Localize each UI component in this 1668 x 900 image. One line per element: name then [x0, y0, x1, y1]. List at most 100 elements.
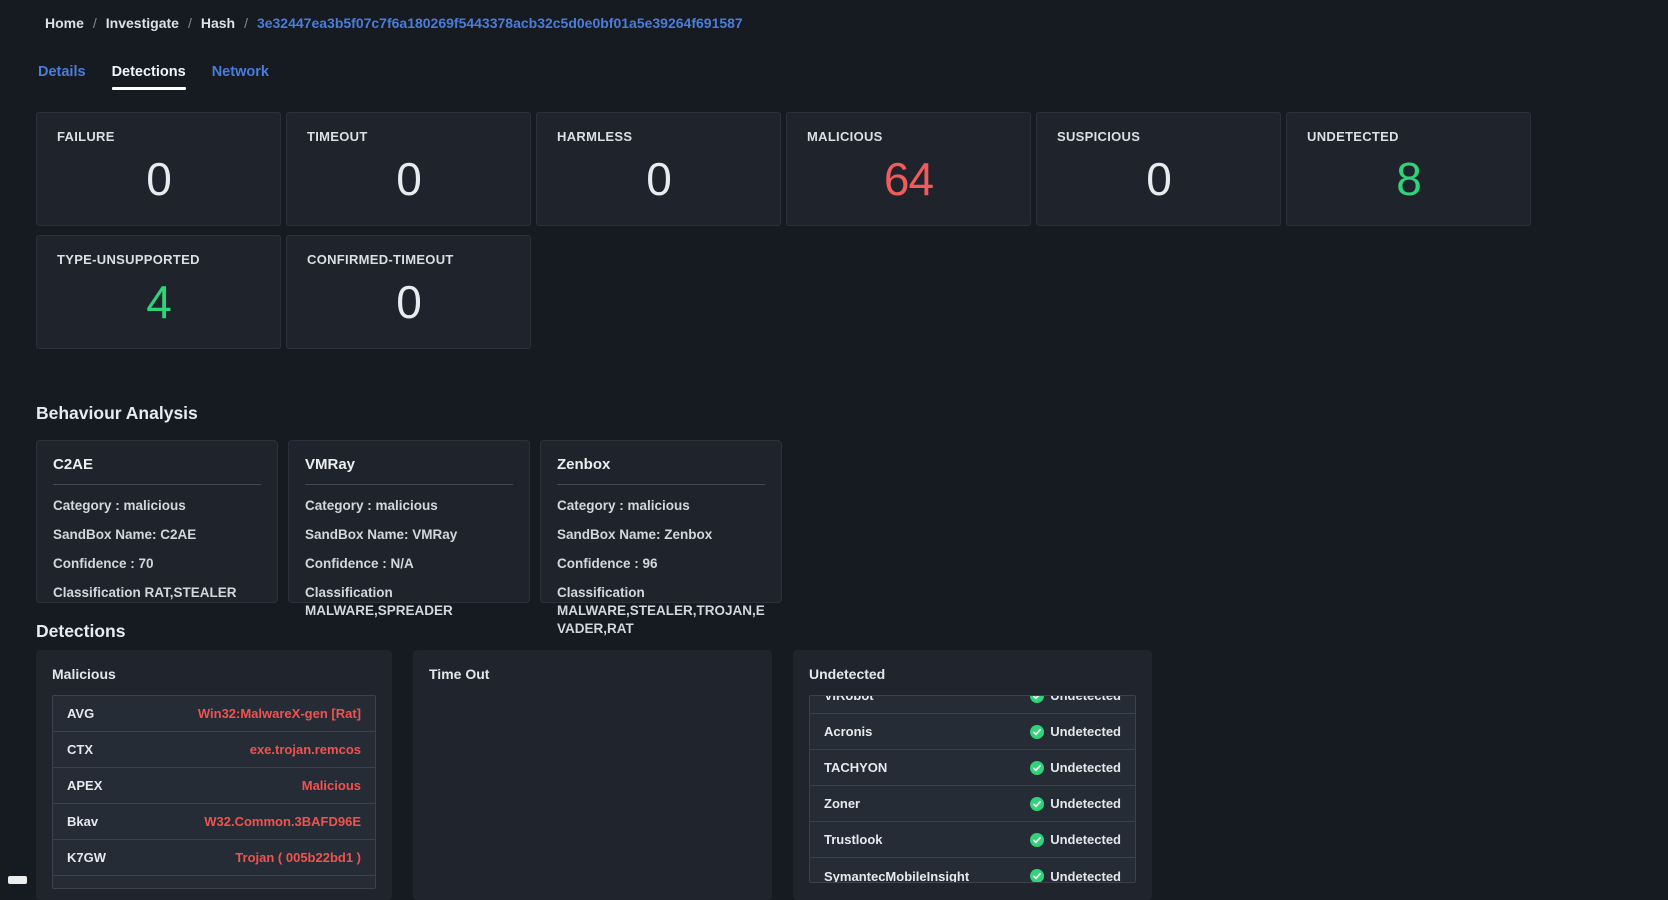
detection-result: Malicious: [302, 778, 361, 793]
detection-result: Win32:MalwareX-gen [Rat]: [198, 706, 361, 721]
detection-result: Undetected: [1050, 760, 1121, 775]
detection-result: W32.Common.3BAFD96E: [204, 814, 361, 829]
engine-name: TACHYON: [824, 760, 887, 775]
breadcrumb-separator: /: [188, 15, 192, 31]
behaviour-card-c2ae: C2AE Category : malicious SandBox Name: …: [36, 440, 278, 603]
stat-value: 0: [1057, 152, 1260, 206]
check-circle-icon: [1030, 869, 1044, 883]
engine-name: ViRobot: [824, 695, 874, 703]
divider: [53, 484, 261, 485]
detection-row: SymantecMobileInsight Undetected: [810, 858, 1135, 883]
breadcrumb-home[interactable]: Home: [45, 15, 84, 31]
detection-result: Undetected: [1050, 695, 1121, 703]
detection-row: AVG Win32:MalwareX-gen [Rat]: [53, 696, 375, 732]
sandbox-title: VMRay: [305, 456, 513, 473]
check-circle-icon: [1030, 833, 1044, 847]
engine-name: K7GW: [67, 850, 106, 865]
engine-name: CTX: [67, 742, 93, 757]
column-label: Time Out: [429, 666, 756, 682]
detection-row: K7GW Trojan ( 005b22bd1 ): [53, 840, 375, 876]
behaviour-line: Classification MALWARE,STEALER,TROJAN,EV…: [557, 584, 765, 638]
stat-card-undetected: UNDETECTED 8: [1286, 112, 1531, 226]
stat-value: 64: [807, 152, 1010, 206]
behaviour-line: SandBox Name: Zenbox: [557, 526, 765, 544]
engine-name: Zoner: [824, 796, 860, 811]
stat-card-suspicious: SUSPICIOUS 0: [1036, 112, 1281, 226]
detection-row: Zoner Undetected: [810, 786, 1135, 822]
column-label: Undetected: [809, 666, 1136, 682]
behaviour-analysis-heading: Behaviour Analysis: [36, 403, 198, 424]
engine-name: Acronis: [824, 724, 872, 739]
browser-status-indicator: [8, 876, 27, 884]
detection-row: APEX Malicious: [53, 768, 375, 804]
stat-card-type-unsupported: TYPE-UNSUPPORTED 4: [36, 235, 281, 349]
partial-row: [53, 876, 375, 888]
stat-value: 0: [557, 152, 760, 206]
tab-detections[interactable]: Detections: [112, 64, 186, 90]
sandbox-title: C2AE: [53, 456, 261, 473]
engine-name: Trustlook: [824, 832, 883, 847]
stat-label: FAILURE: [57, 129, 260, 144]
stat-card-failure: FAILURE 0: [36, 112, 281, 226]
detection-row: TACHYON Undetected: [810, 750, 1135, 786]
check-circle-icon: [1030, 797, 1044, 811]
undetected-list[interactable]: ViRobot Undetected Acronis Undetected: [809, 695, 1136, 883]
engine-name: APEX: [67, 778, 102, 793]
divider: [557, 484, 765, 485]
malicious-list[interactable]: AVG Win32:MalwareX-gen [Rat] CTX exe.tro…: [52, 695, 376, 889]
check-circle-icon: [1030, 725, 1044, 739]
behaviour-line: Category : malicious: [53, 497, 261, 515]
tab-bar: Details Detections Network: [38, 64, 269, 90]
column-label: Malicious: [52, 666, 376, 682]
behaviour-line: Confidence : 96: [557, 555, 765, 573]
detections-column-malicious: Malicious AVG Win32:MalwareX-gen [Rat] C…: [36, 650, 392, 900]
stat-label: MALICIOUS: [807, 129, 1010, 144]
breadcrumb-investigate[interactable]: Investigate: [106, 15, 179, 31]
stat-value: 0: [307, 275, 510, 329]
sandbox-title: Zenbox: [557, 456, 765, 473]
behaviour-line: Confidence : N/A: [305, 555, 513, 573]
breadcrumb-hash-section[interactable]: Hash: [201, 15, 235, 31]
behaviour-line: SandBox Name: VMRay: [305, 526, 513, 544]
stat-card-harmless: HARMLESS 0: [536, 112, 781, 226]
stat-label: HARMLESS: [557, 129, 760, 144]
breadcrumb-separator: /: [93, 15, 97, 31]
detection-row: Acronis Undetected: [810, 714, 1135, 750]
behaviour-card-zenbox: Zenbox Category : malicious SandBox Name…: [540, 440, 782, 603]
behaviour-card-vmray: VMRay Category : malicious SandBox Name:…: [288, 440, 530, 603]
detection-row: ViRobot Undetected: [810, 695, 1135, 714]
stat-card-timeout: TIMEOUT 0: [286, 112, 531, 226]
stat-value: 4: [57, 275, 260, 329]
detection-row: CTX exe.trojan.remcos: [53, 732, 375, 768]
detection-result: Undetected: [1050, 869, 1121, 884]
behaviour-line: SandBox Name: C2AE: [53, 526, 261, 544]
breadcrumb: Home / Investigate / Hash / 3e32447ea3b5…: [45, 15, 743, 31]
stat-label: SUSPICIOUS: [1057, 129, 1260, 144]
behaviour-line: Confidence : 70: [53, 555, 261, 573]
engine-name: Bkav: [67, 814, 98, 829]
check-circle-icon: [1030, 761, 1044, 775]
breadcrumb-separator: /: [244, 15, 248, 31]
tab-details[interactable]: Details: [38, 64, 86, 90]
detection-result: Undetected: [1050, 724, 1121, 739]
behaviour-line: Category : malicious: [557, 497, 765, 515]
stat-label: TYPE-UNSUPPORTED: [57, 252, 260, 267]
detection-result: exe.trojan.remcos: [250, 742, 361, 757]
tab-network[interactable]: Network: [212, 64, 269, 90]
detection-row: Trustlook Undetected: [810, 822, 1135, 858]
engine-name: SymantecMobileInsight: [824, 869, 969, 884]
stat-value: 8: [1307, 152, 1510, 206]
detections-column-undetected: Undetected ViRobot Undetected Acronis: [793, 650, 1152, 900]
detection-result: Undetected: [1050, 832, 1121, 847]
stat-card-confirmed-timeout: CONFIRMED-TIMEOUT 0: [286, 235, 531, 349]
stat-value: 0: [307, 152, 510, 206]
detection-row: Bkav W32.Common.3BAFD96E: [53, 804, 375, 840]
detection-result: Trojan ( 005b22bd1 ): [235, 850, 361, 865]
breadcrumb-hash-value[interactable]: 3e32447ea3b5f07c7f6a180269f5443378acb32c…: [257, 15, 743, 31]
check-circle-icon: [1030, 695, 1044, 703]
engine-name: AVG: [67, 706, 94, 721]
behaviour-line: Category : malicious: [305, 497, 513, 515]
stat-value: 0: [57, 152, 260, 206]
divider: [305, 484, 513, 485]
stat-label: CONFIRMED-TIMEOUT: [307, 252, 510, 267]
